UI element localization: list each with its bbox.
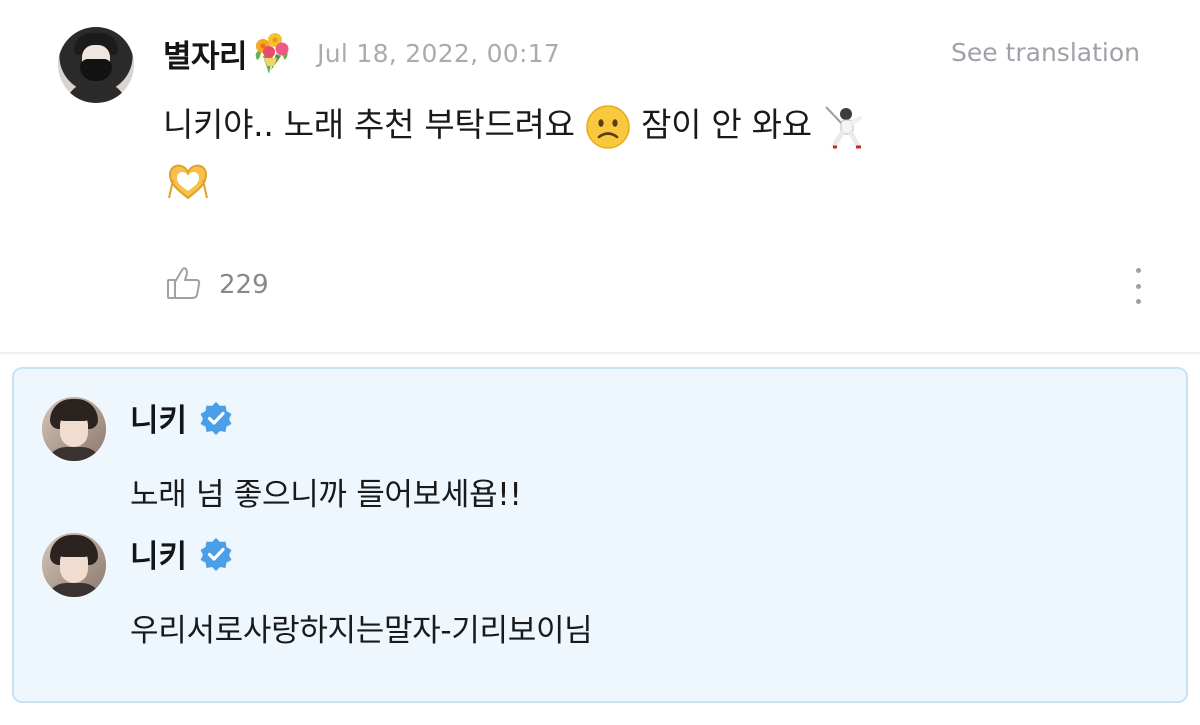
artist-name-row: 니키 — [130, 531, 233, 576]
bouquet-icon — [249, 30, 295, 76]
post-header: 별자리 Jul 18, 2022, 00:17 — [163, 30, 560, 76]
artist-replies: 니키 노래 넘 좋으니까 들어보세욥!! 니키 우리서로사랑하지는말자-기리보이… — [12, 367, 1188, 703]
artist-reply-text: 노래 넘 좋으니까 들어보세욥!! — [130, 477, 522, 513]
artist-reply-text: 우리서로사랑하지는말자-기리보이님 — [130, 613, 593, 649]
like-count: 229 — [219, 270, 269, 300]
heart-hands-emoji — [163, 158, 213, 204]
more-dot — [1135, 283, 1141, 289]
post-body: 니키야.. 노래 추천 부탁드려요 잠이 안 와요 — [163, 98, 923, 206]
avatar-fringe — [56, 407, 92, 421]
more-dot — [1135, 299, 1141, 304]
artist-name[interactable]: 니키 — [130, 395, 187, 440]
thumbs-up-icon — [165, 264, 203, 306]
avatar-mask — [80, 59, 112, 81]
fan-post: 별자리 Jul 18, 2022, 00:17 See translation … — [0, 0, 1200, 352]
see-translation-link[interactable]: See translation — [951, 38, 1140, 67]
artist-avatar[interactable] — [42, 533, 106, 597]
artist-name[interactable]: 니키 — [130, 531, 187, 576]
more-options-icon[interactable] — [1128, 266, 1148, 306]
slightly-frowning-face-emoji — [585, 104, 631, 150]
verified-badge-icon — [199, 537, 233, 571]
like-button[interactable]: 229 — [165, 262, 269, 308]
post-timestamp: Jul 18, 2022, 00:17 — [317, 38, 561, 68]
verified-badge-icon — [199, 401, 233, 435]
artist-avatar[interactable] — [42, 397, 106, 461]
avatar-shoulders — [64, 81, 128, 103]
comment-thread: 별자리 Jul 18, 2022, 00:17 See translation … — [0, 0, 1200, 725]
fencer-emoji — [822, 104, 868, 150]
more-dot — [1135, 268, 1141, 273]
post-text-part-2: 잠이 안 와요 — [641, 105, 812, 144]
author-avatar[interactable] — [58, 27, 134, 103]
artist-name-row: 니키 — [130, 395, 233, 440]
author-name[interactable]: 별자리 — [163, 31, 248, 76]
post-text-part-1: 니키야.. 노래 추천 부탁드려요 — [163, 105, 575, 144]
avatar-fringe — [56, 543, 92, 557]
divider — [0, 352, 1200, 354]
